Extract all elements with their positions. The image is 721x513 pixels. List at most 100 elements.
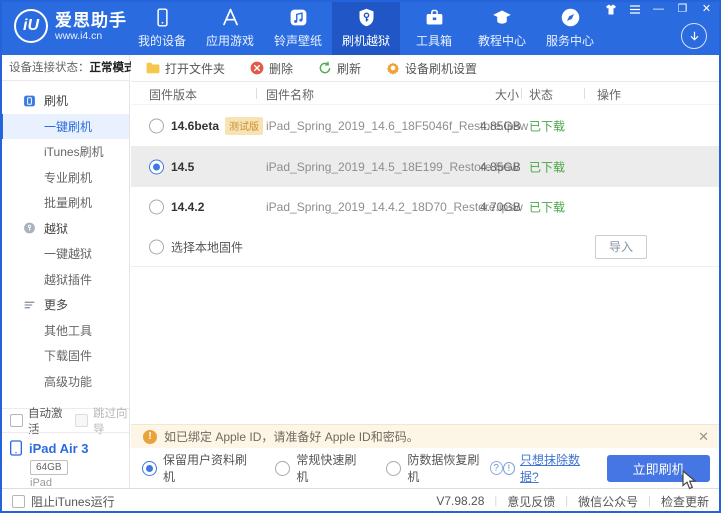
sidebar-item-one-click-flash[interactable]: 一键刷机	[0, 114, 129, 140]
sidebar-group-flash[interactable]: 刷机	[0, 88, 129, 114]
apple-id-notice: ! 如已绑定 Apple ID，请准备好 Apple ID和密码。 ✕	[131, 424, 721, 448]
window-controls: — ❐ ✕	[604, 3, 713, 16]
flash-now-button[interactable]: 立即刷机	[607, 455, 710, 482]
firmware-radio[interactable]	[149, 118, 164, 133]
flash-options-bar: 保留用户资料刷机 常规快速刷机 防数据恢复刷机 ? ! 只想抹除数据? 立即刷机	[131, 448, 721, 488]
local-firmware-radio[interactable]	[149, 239, 164, 254]
option-anti-recovery-flash[interactable]: 防数据恢复刷机	[386, 451, 484, 485]
auto-activate-checkbox[interactable]	[10, 414, 23, 427]
help-icon[interactable]: ?	[490, 461, 503, 475]
sidebar-item-pro-flash[interactable]: 专业刷机	[0, 165, 129, 191]
nav-tutorial-center[interactable]: 教程中心	[468, 0, 536, 55]
toolbox-icon	[424, 7, 445, 28]
sidebar-item-itunes-flash[interactable]: iTunes刷机	[0, 139, 129, 165]
status-bar: 阻止iTunes运行 V7.98.28 | 意见反馈 | 微信公众号 | 检查更…	[0, 488, 721, 513]
sidebar-menu: 刷机 一键刷机 iTunes刷机 专业刷机 批量刷机 越狱 一键越狱 越狱插件 …	[0, 81, 129, 394]
firmware-radio[interactable]	[149, 200, 164, 215]
wechat-link[interactable]: 微信公众号	[578, 493, 638, 510]
app-version: V7.98.28	[436, 494, 484, 508]
local-firmware-row[interactable]: 选择本地固件 导入	[131, 227, 721, 267]
firmware-version: 14.4.2	[171, 200, 204, 214]
col-firmware-name: 固件名称	[266, 86, 314, 103]
minimize-icon[interactable]: —	[652, 3, 665, 16]
col-size: 大小	[495, 86, 519, 103]
maximize-icon[interactable]: ❐	[676, 3, 689, 16]
connection-mode: 正常模式	[90, 62, 136, 74]
feedback-link[interactable]: 意见反馈	[507, 493, 555, 510]
nav-service-center[interactable]: 服务中心	[536, 0, 604, 55]
firmware-row-14-5[interactable]: 14.5 iPad_Spring_2019_14.5_18E199_Restor…	[131, 146, 721, 187]
nav-my-devices[interactable]: 我的设备	[128, 0, 196, 55]
toolbar: 打开文件夹 删除 刷新 设备刷机设置	[131, 55, 721, 82]
connection-status: 设备连接状态：正常模式	[0, 55, 129, 81]
sidebar-item-other-tools[interactable]: 其他工具	[0, 318, 129, 344]
firmware-row-14-6beta[interactable]: 14.6beta测试版 iPad_Spring_2019_14.6_18F504…	[131, 105, 721, 146]
firmware-status: 已下载	[529, 158, 565, 175]
theme-skin-icon[interactable]	[604, 3, 617, 16]
close-icon[interactable]: ✕	[700, 3, 713, 16]
col-action: 操作	[597, 86, 621, 103]
option-normal-fast-flash[interactable]: 常规快速刷机	[275, 451, 362, 485]
anti-recovery-flash-radio[interactable]	[386, 461, 401, 476]
device-flash-settings-button[interactable]: 设备刷机设置	[386, 60, 477, 77]
col-status: 状态	[529, 86, 553, 103]
info-icon: !	[503, 462, 515, 475]
col-firmware-version: 固件版本	[149, 86, 197, 103]
nav-apps-games[interactable]: 应用游戏	[196, 0, 264, 55]
header: iU 爱思助手 www.i4.cn 我的设备 应用游戏 铃声壁纸 刷机越狱	[0, 0, 721, 55]
block-itunes-checkbox[interactable]	[12, 495, 25, 508]
compass-icon	[560, 7, 581, 28]
sidebar-group-more[interactable]: 更多	[0, 292, 129, 318]
nav-label: 工具箱	[416, 32, 452, 49]
nav-flash-jailbreak[interactable]: 刷机越狱	[332, 0, 400, 55]
notice-close-icon[interactable]: ✕	[698, 429, 709, 445]
refresh-button[interactable]: 刷新	[318, 60, 361, 77]
keep-user-data-radio[interactable]	[142, 461, 157, 476]
skip-wizard-checkbox[interactable]	[75, 414, 88, 427]
firmware-radio[interactable]	[149, 159, 164, 174]
nav-toolbox[interactable]: 工具箱	[400, 0, 468, 55]
device-name: iPad Air 3	[29, 441, 88, 456]
delete-button[interactable]: 删除	[250, 60, 293, 77]
jailbreak-key-icon	[23, 222, 36, 235]
firmware-row-14-4-2[interactable]: 14.4.2 iPad_Spring_2019_14.4.2_18D70_Res…	[131, 187, 721, 227]
nav-label: 服务中心	[546, 32, 594, 49]
refresh-icon	[318, 61, 332, 75]
folder-icon	[146, 62, 160, 74]
nav-ringtones-wallpapers[interactable]: 铃声壁纸	[264, 0, 332, 55]
block-itunes-label: 阻止iTunes运行	[31, 493, 115, 510]
ringtone-icon	[288, 7, 309, 28]
import-button[interactable]: 导入	[595, 235, 647, 259]
firmware-size: 4.85GB	[480, 160, 521, 174]
local-firmware-label: 选择本地固件	[171, 238, 243, 255]
sidebar-item-download-firmware[interactable]: 下载固件	[0, 343, 129, 369]
sidebar-item-one-click-jailbreak[interactable]: 一键越狱	[0, 241, 129, 267]
option-keep-user-data[interactable]: 保留用户资料刷机	[142, 451, 251, 485]
download-manager-button[interactable]	[681, 23, 707, 49]
menu-icon[interactable]	[628, 3, 641, 16]
device-card[interactable]: iPad Air 3 64GB iPad	[0, 432, 129, 488]
app-logo: iU 爱思助手 www.i4.cn	[14, 9, 127, 43]
sidebar-item-batch-flash[interactable]: 批量刷机	[0, 190, 129, 216]
check-update-link[interactable]: 检查更新	[661, 493, 709, 510]
app-url: www.i4.cn	[55, 30, 127, 42]
firmware-size: 4.70GB	[480, 200, 521, 214]
table-header: 固件版本 固件名称 大小 状态 操作	[131, 82, 721, 105]
open-folder-button[interactable]: 打开文件夹	[146, 60, 225, 77]
logo-icon: iU	[14, 9, 48, 43]
firmware-status: 已下载	[529, 199, 565, 216]
device-capacity-badge: 64GB	[30, 460, 68, 475]
sidebar: 设备连接状态：正常模式 刷机 一键刷机 iTunes刷机 专业刷机 批量刷机 越…	[0, 55, 130, 488]
download-arrow-icon	[688, 30, 701, 43]
sidebar-group-jailbreak[interactable]: 越狱	[0, 216, 129, 242]
firmware-status: 已下载	[529, 117, 565, 134]
appstore-icon	[220, 7, 241, 28]
erase-data-link[interactable]: 只想抹除数据?	[520, 451, 593, 485]
sidebar-item-jailbreak-plugins[interactable]: 越狱插件	[0, 267, 129, 293]
firmware-version: 14.6beta	[171, 119, 219, 133]
normal-fast-flash-radio[interactable]	[275, 461, 290, 476]
app-title: 爱思助手	[55, 11, 127, 30]
delete-icon	[250, 61, 264, 75]
main-nav: 我的设备 应用游戏 铃声壁纸 刷机越狱 工具箱 教程中心	[128, 0, 604, 55]
sidebar-item-advanced-features[interactable]: 高级功能	[0, 369, 129, 395]
